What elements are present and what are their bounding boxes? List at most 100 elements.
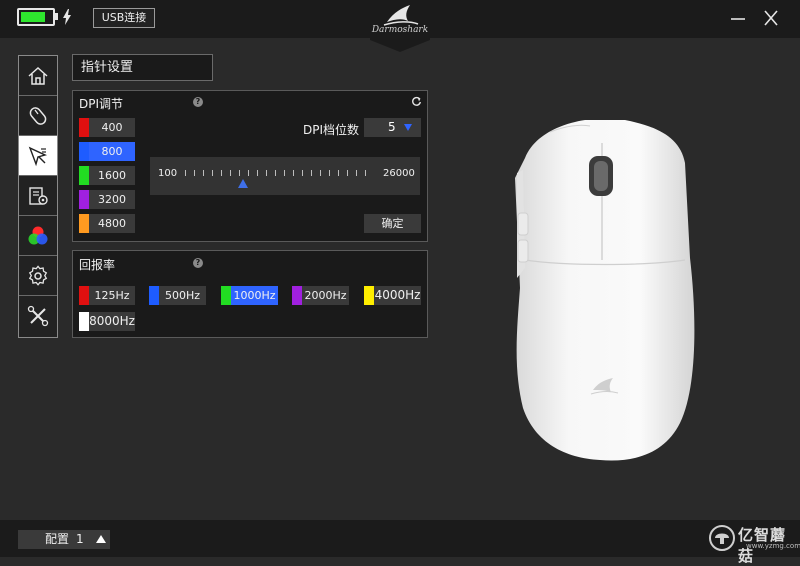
dpi-level-row[interactable]: 3200 bbox=[79, 190, 135, 209]
slider-tick bbox=[239, 170, 240, 176]
dpi-slider[interactable]: 100 26000 bbox=[150, 157, 420, 195]
report-rate-value: 1000Hz bbox=[233, 289, 276, 302]
slider-tick bbox=[221, 170, 222, 176]
slider-tick bbox=[257, 170, 258, 176]
dpi-level-row[interactable]: 800 bbox=[79, 142, 135, 161]
profile-label: 配置 bbox=[45, 532, 70, 546]
slider-tick bbox=[347, 170, 348, 176]
macro-icon bbox=[29, 186, 48, 205]
report-rate-value: 500Hz bbox=[164, 289, 201, 302]
sidebar-item-lighting[interactable] bbox=[19, 216, 57, 256]
dpi-level-count-value: 5 bbox=[388, 120, 396, 134]
mouse-button-icon bbox=[29, 106, 47, 125]
slider-tick bbox=[275, 170, 276, 176]
dpi-level-row[interactable]: 4800 bbox=[79, 214, 135, 233]
slider-tick bbox=[320, 170, 321, 176]
slider-tick bbox=[365, 170, 366, 176]
chevron-down-icon bbox=[404, 124, 412, 131]
slider-tick bbox=[194, 170, 195, 176]
slider-tick bbox=[248, 170, 249, 176]
slider-tick bbox=[230, 170, 231, 176]
dpi-color-swatch[interactable] bbox=[79, 142, 89, 161]
chevron-up-icon bbox=[96, 535, 106, 543]
report-rate-color-swatch bbox=[149, 286, 159, 305]
battery-icon bbox=[17, 8, 55, 26]
dpi-value: 1600 bbox=[98, 169, 126, 182]
home-icon bbox=[28, 66, 48, 85]
report-rate-option[interactable]: 125Hz bbox=[79, 286, 135, 305]
slider-tick bbox=[302, 170, 303, 176]
report-rate-help-icon[interactable]: ? bbox=[193, 258, 203, 268]
report-rate-option[interactable]: 2000Hz bbox=[292, 286, 349, 305]
mushroom-logo-icon bbox=[709, 525, 735, 551]
report-rate-color-swatch bbox=[221, 286, 231, 305]
report-rate-option[interactable]: 8000Hz bbox=[79, 312, 135, 331]
charging-bolt-icon bbox=[63, 9, 71, 25]
watermark: 亿智蘑菇 www.yzmg.com bbox=[708, 522, 800, 565]
brand-name: Darmoshark bbox=[371, 25, 429, 35]
reset-icon[interactable] bbox=[411, 96, 422, 107]
profile-selector[interactable]: 配置 1 bbox=[18, 530, 110, 549]
report-rate-option[interactable]: 1000Hz bbox=[221, 286, 278, 305]
dpi-level-row[interactable]: 400 bbox=[79, 118, 135, 137]
slider-tick bbox=[338, 170, 339, 176]
report-rate-title: 回报率 bbox=[79, 258, 116, 272]
dpi-color-swatch[interactable] bbox=[79, 214, 89, 233]
report-rate-value: 8000Hz bbox=[89, 314, 135, 328]
sidebar-item-settings[interactable] bbox=[19, 256, 57, 296]
confirm-button[interactable]: 确定 bbox=[364, 214, 421, 233]
dpi-color-swatch[interactable] bbox=[79, 166, 89, 185]
report-rate-value: 125Hz bbox=[94, 289, 130, 302]
sidebar-item-tools[interactable] bbox=[19, 296, 57, 336]
report-rate-value: 4000Hz bbox=[374, 288, 421, 302]
slider-tick bbox=[329, 170, 330, 176]
slider-tick bbox=[356, 170, 357, 176]
profile-number: 1 bbox=[76, 532, 84, 546]
pointer-settings-icon bbox=[28, 146, 47, 166]
battery-cap bbox=[55, 13, 58, 20]
sidebar-item-macro[interactable] bbox=[19, 176, 57, 216]
dpi-slider-thumb[interactable] bbox=[238, 179, 249, 188]
sidebar-nav bbox=[18, 55, 58, 338]
watermark-url: www.yzmg.com bbox=[746, 542, 800, 550]
close-icon[interactable] bbox=[762, 10, 780, 26]
report-rate-color-swatch bbox=[292, 286, 302, 305]
dpi-help-icon[interactable]: ? bbox=[193, 97, 203, 107]
page-title: 指针设置 bbox=[72, 54, 213, 81]
report-rate-option[interactable]: 4000Hz bbox=[364, 286, 421, 305]
report-rate-color-swatch bbox=[79, 286, 89, 305]
dpi-panel-title: DPI调节 bbox=[79, 97, 124, 111]
slider-tick bbox=[311, 170, 312, 176]
dpi-slider-max: 26000 bbox=[383, 168, 415, 179]
tools-icon bbox=[27, 305, 49, 327]
slider-tick bbox=[203, 170, 204, 176]
dpi-color-swatch[interactable] bbox=[79, 118, 89, 137]
report-rate-option[interactable]: 500Hz bbox=[149, 286, 206, 305]
report-rate-color-swatch bbox=[79, 312, 89, 331]
sidebar-item-pointer[interactable] bbox=[19, 136, 57, 176]
slider-tick bbox=[212, 170, 213, 176]
dpi-value: 3200 bbox=[98, 193, 126, 206]
report-rate-value: 2000Hz bbox=[304, 289, 347, 302]
report-rate-color-swatch bbox=[364, 286, 374, 305]
usb-connection-badge: USB连接 bbox=[93, 8, 155, 28]
slider-tick bbox=[266, 170, 267, 176]
dpi-color-swatch[interactable] bbox=[79, 190, 89, 209]
dpi-value: 400 bbox=[101, 121, 123, 134]
sidebar-item-home[interactable] bbox=[19, 56, 57, 96]
dpi-level-count-label: DPI档位数 bbox=[303, 123, 360, 137]
minimize-icon[interactable] bbox=[729, 10, 747, 26]
brand-logo: Darmoshark bbox=[362, 0, 438, 52]
mouse-product-image bbox=[515, 120, 695, 461]
status-bar bbox=[0, 520, 800, 557]
dpi-value: 800 bbox=[101, 145, 123, 158]
settings-gear-icon bbox=[28, 264, 48, 286]
slider-tick bbox=[185, 170, 186, 176]
sidebar-item-buttons[interactable] bbox=[19, 96, 57, 136]
slider-tick bbox=[293, 170, 294, 176]
dpi-slider-min: 100 bbox=[158, 168, 178, 179]
battery-level-fill bbox=[21, 12, 45, 22]
dpi-level-count-select[interactable]: 5 bbox=[364, 118, 421, 137]
dpi-level-row[interactable]: 1600 bbox=[79, 166, 135, 185]
slider-tick bbox=[284, 170, 285, 176]
